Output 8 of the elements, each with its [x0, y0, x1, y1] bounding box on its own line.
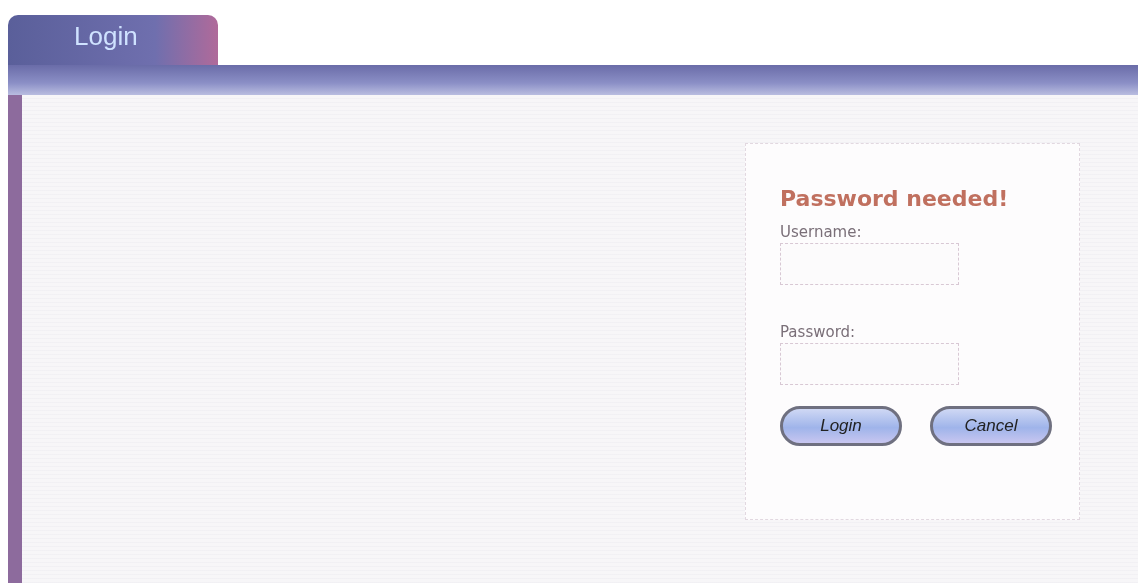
- input-field[interactable]: [780, 343, 959, 385]
- field-label: Password:: [780, 323, 857, 341]
- cancel-button[interactable]: Cancel: [930, 406, 1052, 446]
- login-button[interactable]: Login: [780, 406, 902, 446]
- field-label: Username:: [780, 223, 863, 241]
- login-tab[interactable]: Login: [8, 15, 218, 65]
- form-title: Password needed!: [780, 186, 1010, 211]
- input-field[interactable]: [780, 243, 959, 285]
